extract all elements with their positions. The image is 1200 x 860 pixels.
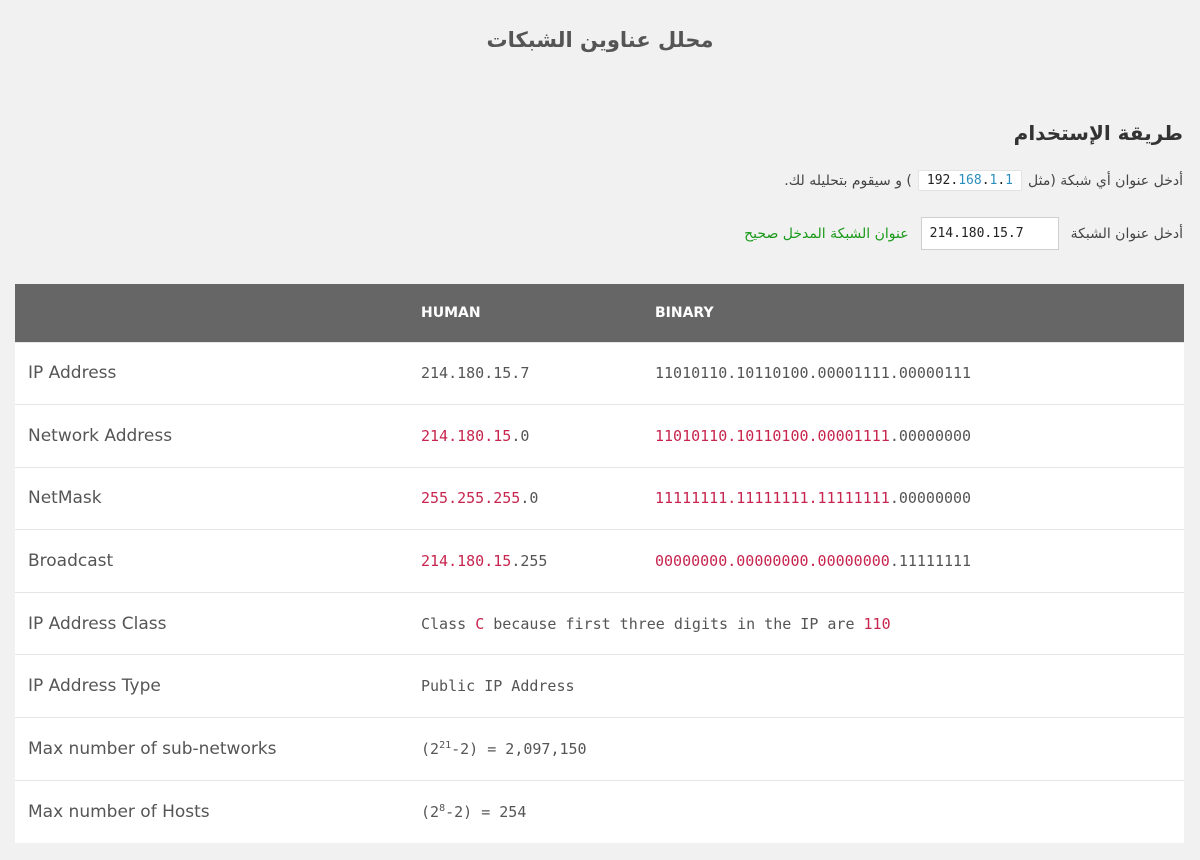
class-letter: C	[475, 614, 485, 633]
table-row: IP Address 214.180.15.7 11010110.1011010…	[15, 341, 1184, 405]
row-label: NetMask	[15, 466, 421, 530]
results-table: HUMAN BINARY IP Address 214.180.15.7 110…	[15, 284, 1184, 843]
type-value: Public IP Address	[421, 654, 1184, 718]
row-label: Broadcast	[15, 529, 421, 593]
network-binary-host: .00000000	[889, 426, 972, 445]
example-octet-4: 1	[1005, 173, 1013, 188]
row-label: IP Address Class	[15, 591, 421, 655]
table-row: Network Address 214.180.15.0 11010110.10…	[15, 404, 1184, 468]
example-octet-3: 1	[989, 173, 998, 188]
subnets-exponent: 21	[439, 739, 452, 751]
class-prefix: Class	[421, 614, 476, 633]
row-label: Network Address	[15, 404, 421, 468]
row-label: IP Address Type	[15, 654, 421, 718]
table-row: Broadcast 214.180.15.255 00000000.000000…	[15, 529, 1184, 593]
subnets-base: (2	[421, 739, 440, 758]
netmask-binary-net: 11111111.11111111.11111111	[655, 489, 890, 508]
table-header-row: HUMAN BINARY	[15, 284, 1184, 342]
class-description: Class C because first three digits in th…	[421, 591, 1184, 655]
instructions-text-after: ) و سيقوم بتحليله لك.	[784, 172, 912, 189]
table-row: IP Address Type Public IP Address	[15, 654, 1184, 718]
row-label: Max number of sub-networks	[15, 717, 421, 781]
network-binary: 11010110.10110100.00001111.00000000	[655, 404, 1184, 468]
network-human-net: 214.180.15	[421, 426, 512, 445]
netmask-binary: 11111111.11111111.11111111.00000000	[655, 466, 1184, 530]
header-binary: BINARY	[655, 304, 714, 321]
example-ip-code: 192. 168. 1. 1	[917, 170, 1022, 191]
broadcast-human-net: 214.180.15	[421, 552, 512, 571]
table-row: NetMask 255.255.255.0 11111111.11111111.…	[15, 466, 1184, 530]
subnets-value: (221-2) = 2,097,150	[421, 717, 1184, 781]
header-human: HUMAN	[421, 304, 481, 321]
hosts-rest: -2) = 254	[445, 802, 527, 821]
ip-human: 214.180.15.7	[421, 341, 655, 405]
network-human: 214.180.15.0	[421, 404, 655, 468]
row-label: Max number of Hosts	[15, 779, 421, 843]
table-row: Max number of sub-networks (221-2) = 2,0…	[15, 717, 1184, 781]
network-human-host: .0	[511, 426, 530, 445]
usage-heading: طريقة الإستخدام	[1013, 121, 1183, 145]
broadcast-binary-net: 00000000.00000000.00000000	[655, 552, 890, 571]
netmask-binary-host: .00000000	[889, 489, 972, 508]
table-row: IP Address Class Class C because first t…	[15, 591, 1184, 655]
class-bits: 110	[863, 614, 891, 633]
validation-message: عنوان الشبكة المدخل صحيح	[744, 225, 909, 242]
broadcast-binary-host: .11111111	[889, 552, 972, 571]
example-dot: .	[997, 173, 1006, 188]
example-dot: .	[950, 173, 959, 188]
hosts-base: (2	[421, 802, 440, 821]
ip-input-label: أدخل عنوان الشبكة	[1070, 225, 1183, 242]
instructions-text-before: أدخل عنوان أي شبكة (مثل	[1028, 172, 1183, 189]
example-octet-1: 192	[926, 173, 951, 188]
hosts-value: (28-2) = 254	[421, 779, 1184, 843]
netmask-human: 255.255.255.0	[421, 466, 655, 530]
ip-binary: 11010110.10110100.00001111.00000111	[655, 341, 1184, 405]
class-middle: because first three digits in the IP are	[484, 614, 864, 633]
ip-input-row: أدخل عنوان الشبكة عنوان الشبكة المدخل صح…	[744, 217, 1183, 250]
broadcast-binary: 00000000.00000000.00000000.11111111	[655, 529, 1184, 593]
row-label: IP Address	[15, 341, 421, 405]
page-title: محلل عناوين الشبكات	[486, 28, 714, 52]
netmask-human-host: .0	[520, 489, 539, 508]
netmask-human-net: 255.255.255	[421, 489, 521, 508]
broadcast-human-host: .255	[511, 552, 548, 571]
subnets-rest: -2) = 2,097,150	[451, 739, 587, 758]
header-label	[15, 284, 421, 342]
network-binary-net: 11010110.10110100.00001111	[655, 426, 890, 445]
ip-address-input[interactable]	[920, 217, 1059, 250]
broadcast-human: 214.180.15.255	[421, 529, 655, 593]
example-dot: .	[981, 173, 990, 188]
example-octet-2: 168	[958, 173, 982, 188]
usage-instructions: أدخل عنوان أي شبكة (مثل 192. 168. 1. 1 ) و …	[784, 170, 1183, 191]
table-row: Max number of Hosts (28-2) = 254	[15, 779, 1184, 843]
